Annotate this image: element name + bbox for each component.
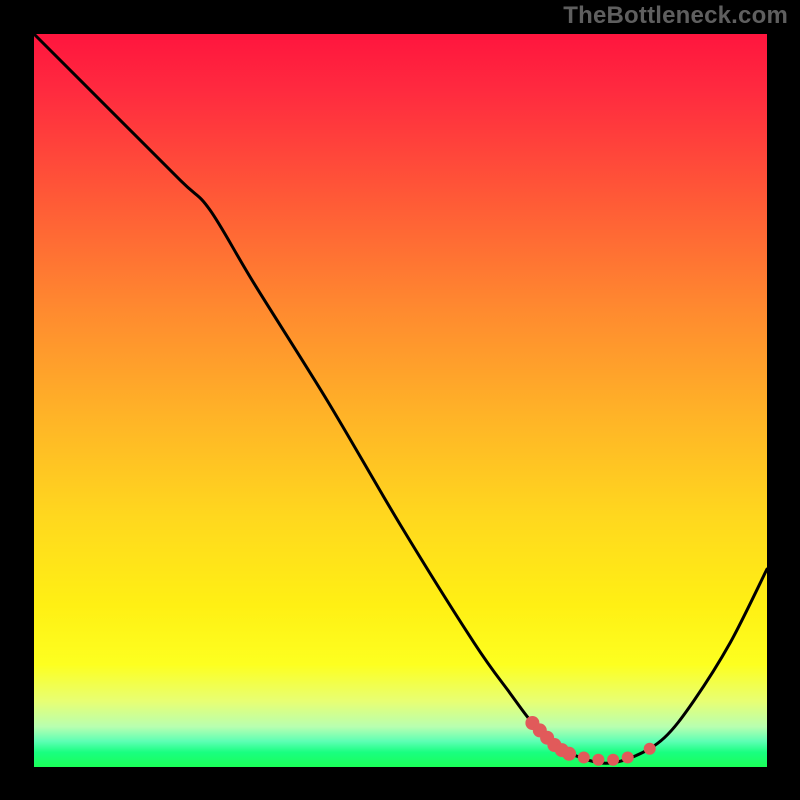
plot-area [34,34,767,767]
curve-marker [578,752,590,764]
watermark-text: TheBottleneck.com [563,2,788,30]
bottleneck-curve [34,34,767,763]
curve-marker [622,752,634,764]
curve-marker [592,754,604,766]
bottleneck-curve-svg [34,34,767,767]
curve-marker [607,754,619,766]
curve-marker [644,743,656,755]
curve-marker [562,747,576,761]
chart-container: TheBottleneck.com [0,0,800,800]
curve-markers [525,716,655,766]
